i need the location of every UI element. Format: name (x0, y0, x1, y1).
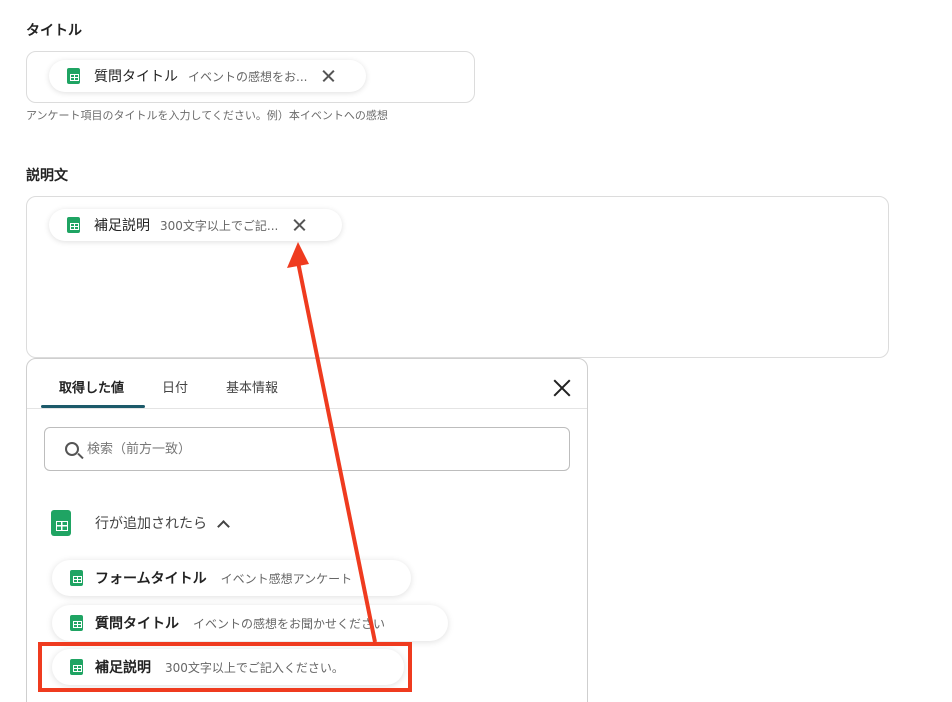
annotation-arrow (287, 242, 377, 643)
